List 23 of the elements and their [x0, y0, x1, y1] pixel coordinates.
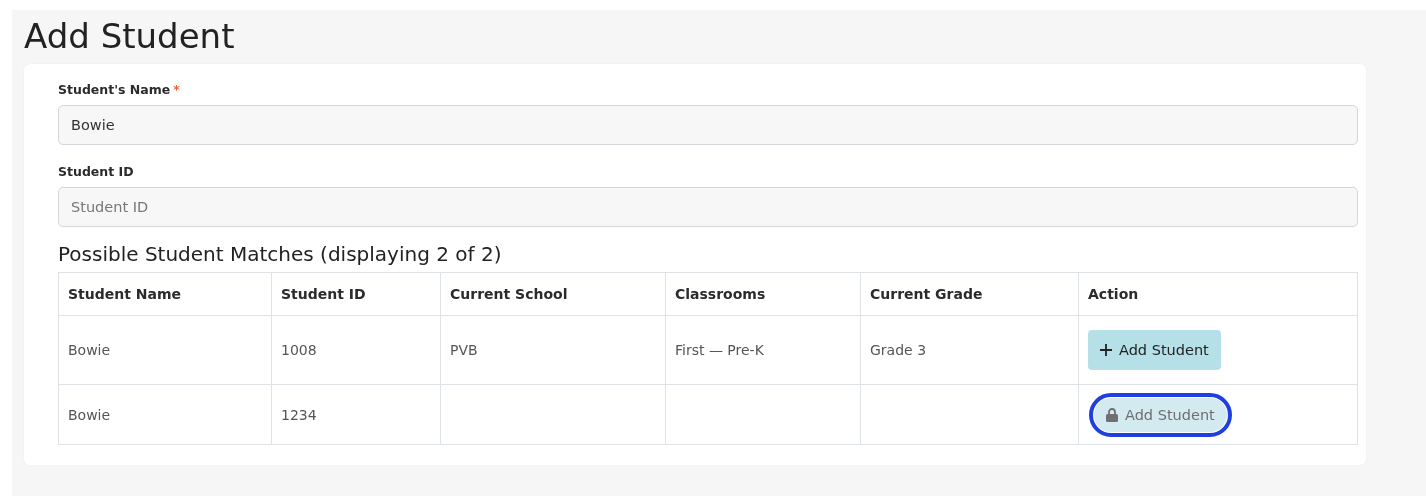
table-cell: Grade 3 [870, 342, 927, 358]
column-header: Action [1078, 272, 1358, 316]
page-title: Add Student [24, 16, 236, 56]
field-label: Student's Name [58, 82, 171, 97]
text-field[interactable]: Student ID [58, 187, 1358, 227]
section-title: Possible Student Matches (displaying 2 of 2) [58, 242, 503, 266]
column-header: Current School [440, 272, 666, 316]
plus-icon [1100, 344, 1112, 356]
table-cell: First — Pre-K [675, 342, 764, 358]
table-cell: 1008 [281, 342, 317, 358]
table-cell: Bowie [68, 342, 111, 358]
column-header: Classrooms [665, 272, 861, 316]
required-marker: * [173, 82, 180, 97]
lock-icon [1106, 407, 1118, 422]
column-header: Current Grade [860, 272, 1079, 316]
table-cell: 1234 [281, 406, 317, 423]
field-label: Student ID [58, 164, 134, 179]
text-field[interactable]: Bowie [58, 105, 1358, 145]
add-student-button[interactable]: Add Student [1088, 330, 1221, 370]
column-header: Student Name [58, 272, 272, 316]
column-header: Student ID [271, 272, 441, 316]
table-cell: PVB [450, 342, 478, 358]
table-cell: Bowie [68, 406, 111, 423]
